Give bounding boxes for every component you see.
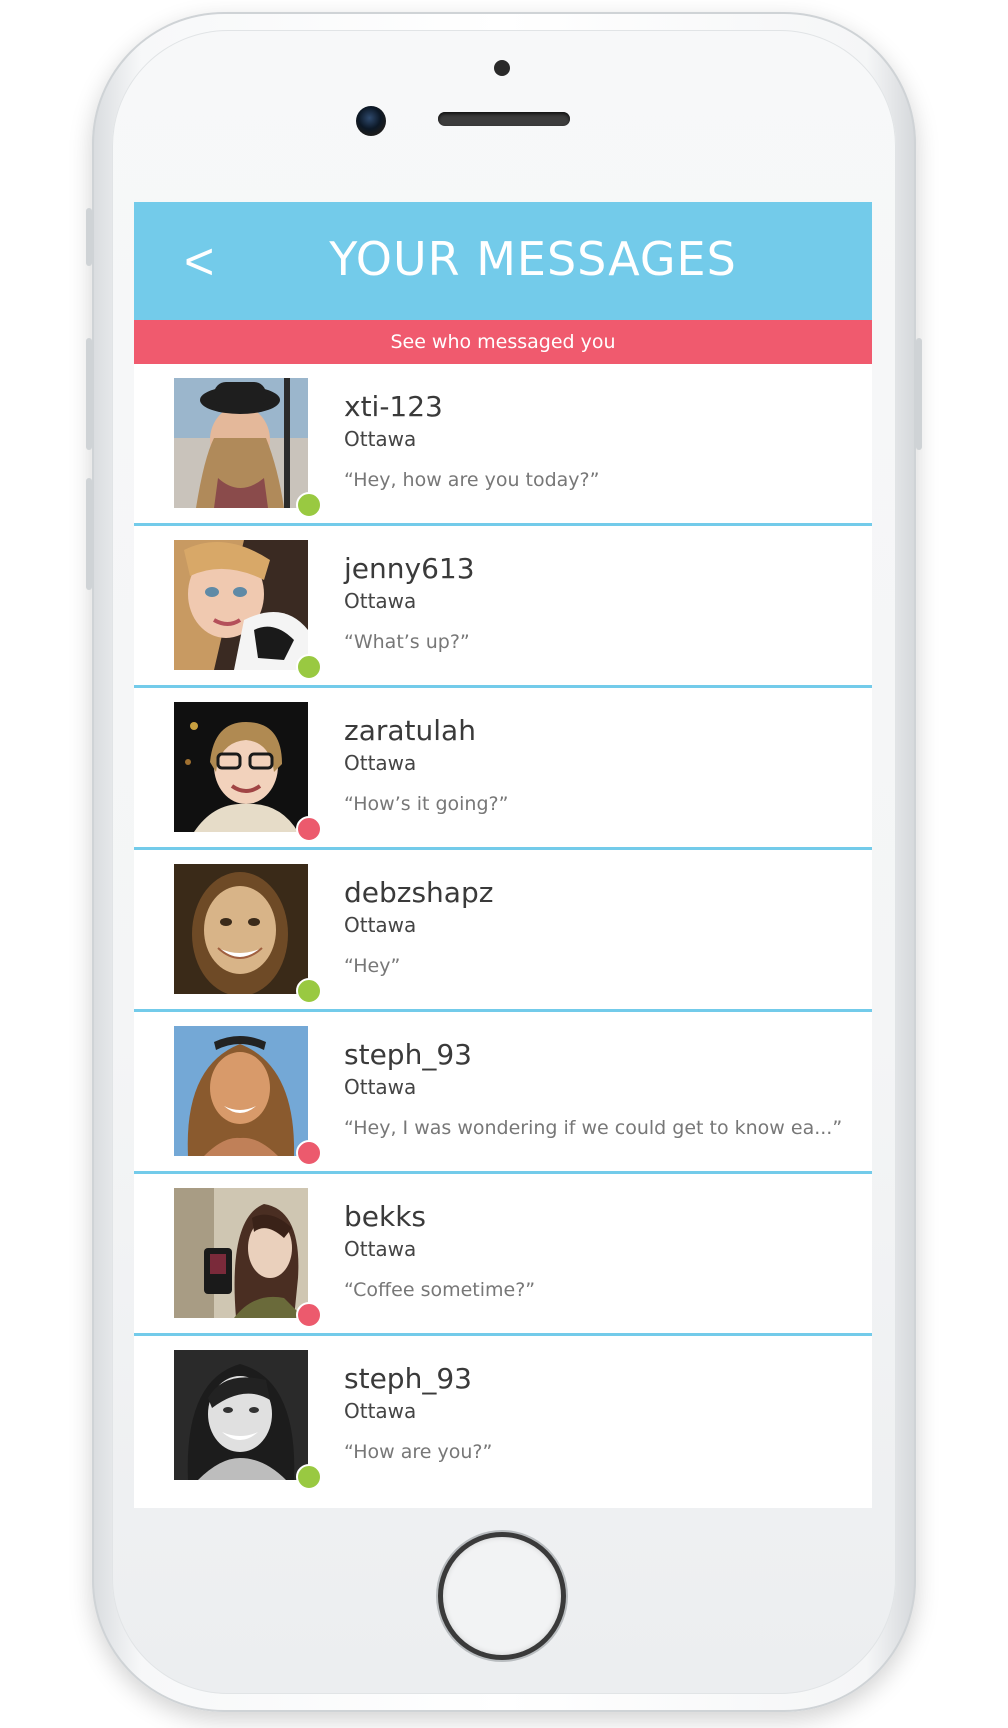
user-city: Ottawa — [344, 427, 417, 451]
avatar-photo — [174, 702, 308, 832]
message-list: xti-123 Ottawa “Hey, how are you today?” — [134, 364, 872, 1498]
message-info: bekks Ottawa “Coffee sometime?” — [344, 1200, 852, 1302]
online-status-dot — [296, 978, 322, 1004]
earpiece-speaker — [438, 112, 570, 126]
avatar[interactable] — [174, 378, 322, 518]
message-row[interactable]: bekks Ottawa “Coffee sometime?” — [134, 1174, 872, 1336]
message-row[interactable]: jenny613 Ottawa “What’s up?” — [134, 526, 872, 688]
avatar[interactable] — [174, 540, 322, 680]
avatar[interactable] — [174, 702, 322, 842]
user-city: Ottawa — [344, 1399, 417, 1423]
online-status-dot — [296, 1140, 322, 1166]
avatar[interactable] — [174, 1188, 322, 1328]
front-camera — [356, 106, 386, 136]
mute-switch — [86, 208, 92, 266]
message-preview: “Hey” — [344, 955, 401, 977]
username: debzshapz — [344, 876, 494, 909]
page-title: YOUR MESSAGES — [329, 232, 737, 286]
message-preview: “Coffee sometime?” — [344, 1279, 536, 1301]
avatar-photo — [174, 540, 308, 670]
app-header: < YOUR MESSAGES — [134, 202, 872, 320]
volume-up-button — [86, 338, 92, 450]
avatar[interactable] — [174, 1026, 322, 1166]
online-status-dot — [296, 654, 322, 680]
user-city: Ottawa — [344, 1237, 417, 1261]
message-row[interactable]: steph_93 Ottawa “Hey, I was wondering if… — [134, 1012, 872, 1174]
avatar-photo — [174, 1026, 308, 1156]
username: zaratulah — [344, 714, 476, 747]
avatar-photo — [174, 864, 308, 994]
message-info: xti-123 Ottawa “Hey, how are you today?” — [344, 390, 852, 492]
power-button — [916, 338, 922, 450]
online-status-dot — [296, 816, 322, 842]
online-status-dot — [296, 1464, 322, 1490]
message-preview: “How are you?” — [344, 1441, 493, 1463]
user-city: Ottawa — [344, 589, 417, 613]
user-city: Ottawa — [344, 1075, 417, 1099]
username: xti-123 — [344, 390, 443, 423]
online-status-dot — [296, 492, 322, 518]
app-screen: < YOUR MESSAGES See who messaged you xti… — [134, 202, 872, 1508]
username: jenny613 — [344, 552, 475, 585]
message-preview: “What’s up?” — [344, 631, 470, 653]
volume-down-button — [86, 478, 92, 590]
message-row[interactable]: debzshapz Ottawa “Hey” — [134, 850, 872, 1012]
avatar-photo — [174, 378, 308, 508]
online-status-dot — [296, 1302, 322, 1328]
avatar-photo — [174, 1350, 308, 1480]
username: steph_93 — [344, 1038, 472, 1071]
user-city: Ottawa — [344, 913, 417, 937]
message-row[interactable]: steph_93 Ottawa “How are you?” — [134, 1336, 872, 1498]
message-preview: “Hey, how are you today?” — [344, 469, 600, 491]
user-city: Ottawa — [344, 751, 417, 775]
username: steph_93 — [344, 1362, 472, 1395]
front-sensor — [494, 60, 510, 76]
home-button[interactable] — [438, 1532, 566, 1660]
message-info: jenny613 Ottawa “What’s up?” — [344, 552, 852, 654]
subtitle-banner: See who messaged you — [134, 320, 872, 364]
message-info: zaratulah Ottawa “How’s it going?” — [344, 714, 852, 816]
avatar-photo — [174, 1188, 308, 1318]
message-preview: “Hey, I was wondering if we could get to… — [344, 1117, 843, 1139]
avatar[interactable] — [174, 864, 322, 1004]
message-row[interactable]: zaratulah Ottawa “How’s it going?” — [134, 688, 872, 850]
message-row[interactable]: xti-123 Ottawa “Hey, how are you today?” — [134, 364, 872, 526]
message-info: steph_93 Ottawa “Hey, I was wondering if… — [344, 1038, 852, 1140]
avatar[interactable] — [174, 1350, 322, 1490]
message-info: steph_93 Ottawa “How are you?” — [344, 1362, 852, 1464]
message-preview: “How’s it going?” — [344, 793, 509, 815]
username: bekks — [344, 1200, 427, 1233]
stage: < YOUR MESSAGES See who messaged you xti… — [0, 0, 1008, 1728]
message-info: debzshapz Ottawa “Hey” — [344, 876, 852, 978]
